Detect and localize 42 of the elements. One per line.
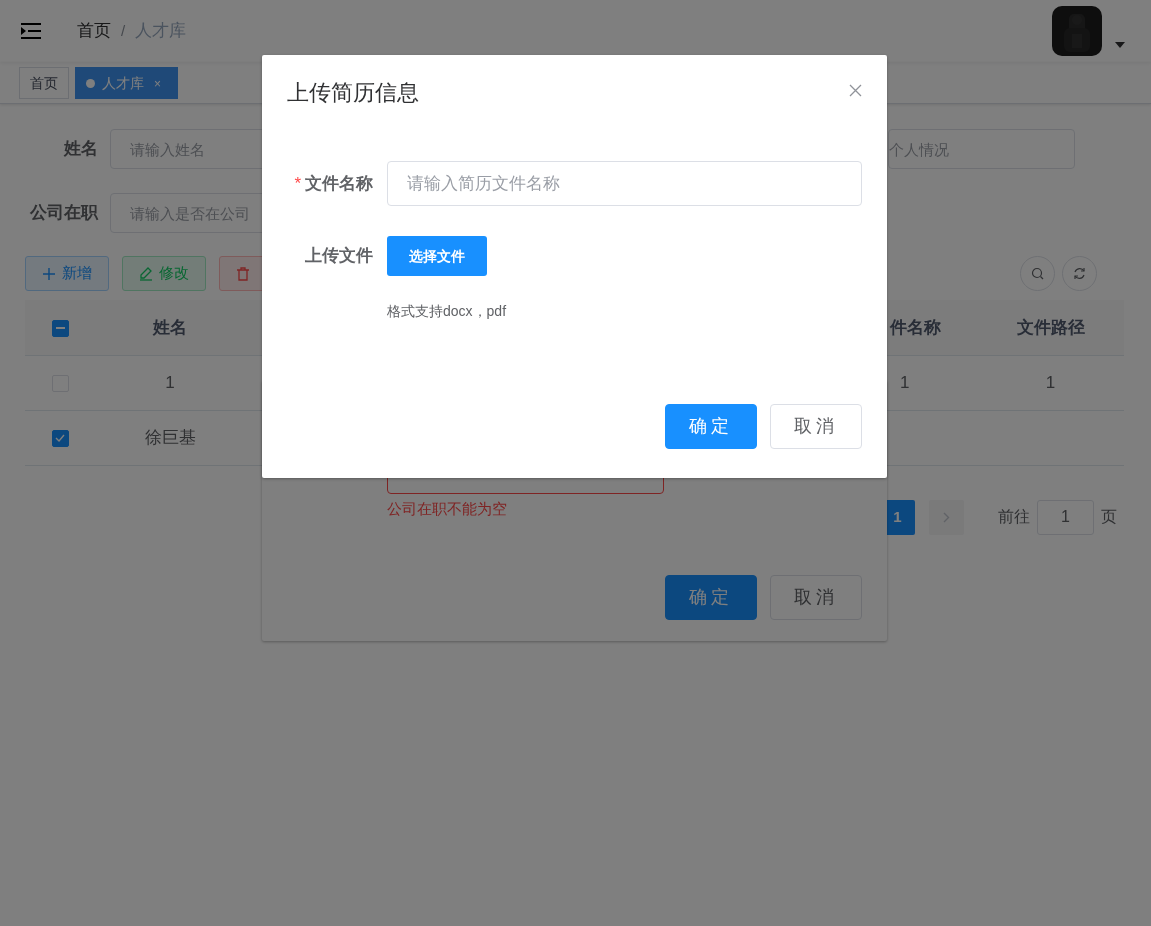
choose-file-button[interactable]: 选择文件 (387, 236, 487, 276)
refresh-icon (1073, 267, 1086, 280)
check-icon (55, 434, 65, 443)
field-label: 公司在职 (29, 202, 100, 225)
confirm-button[interactable]: 确定 (665, 404, 757, 449)
breadcrumb-separator: / (121, 20, 126, 41)
plus-icon (42, 266, 56, 281)
text-field[interactable]: 请输入简历文件名称 (387, 161, 862, 206)
page-number-field[interactable]: 1 (1037, 499, 1094, 535)
error-message: 公司在职不能为空 (387, 499, 508, 519)
confirm-button[interactable]: 确定 (665, 574, 757, 620)
field-label: 上传文件 (304, 245, 374, 268)
table-cell: 徐巨基 (95, 410, 245, 465)
search-icon (1031, 267, 1044, 280)
goto-label: 前往 (998, 507, 1030, 527)
field-label: 姓名 (62, 138, 99, 161)
table-cell: 1 (977, 355, 1124, 410)
close-icon[interactable] (849, 84, 862, 97)
chevron-right-icon (943, 511, 950, 523)
required-mark: * (294, 172, 301, 195)
table-cell: 1 (95, 355, 245, 410)
hint-text: 格式支持docx，pdf (387, 302, 508, 321)
add-button[interactable]: 新增 (25, 256, 109, 291)
checkbox[interactable] (51, 319, 69, 337)
dialog-title: 上传简历信息 (287, 82, 419, 104)
trash-icon (236, 266, 250, 281)
refresh-button[interactable] (1062, 256, 1097, 291)
menu-icon[interactable] (20, 22, 42, 40)
page-suffix: 页 (1101, 507, 1117, 527)
close-tag-button[interactable]: × (154, 77, 161, 91)
cancel-button[interactable]: 取消 (770, 574, 862, 620)
search-button[interactable] (1020, 256, 1055, 291)
dot-icon (86, 79, 95, 88)
tag-item[interactable]: 首页 (19, 67, 69, 99)
caret-icon[interactable] (1115, 42, 1125, 48)
edit-button[interactable]: 修改 (122, 256, 206, 291)
field-label: 文件名称 (305, 172, 373, 195)
breadcrumb-item[interactable]: 首页 (77, 18, 111, 44)
pencil-icon (139, 266, 153, 281)
tag-item[interactable]: 人才库 × (75, 67, 178, 99)
checkbox[interactable] (51, 429, 69, 447)
cancel-button[interactable]: 取消 (770, 404, 862, 449)
